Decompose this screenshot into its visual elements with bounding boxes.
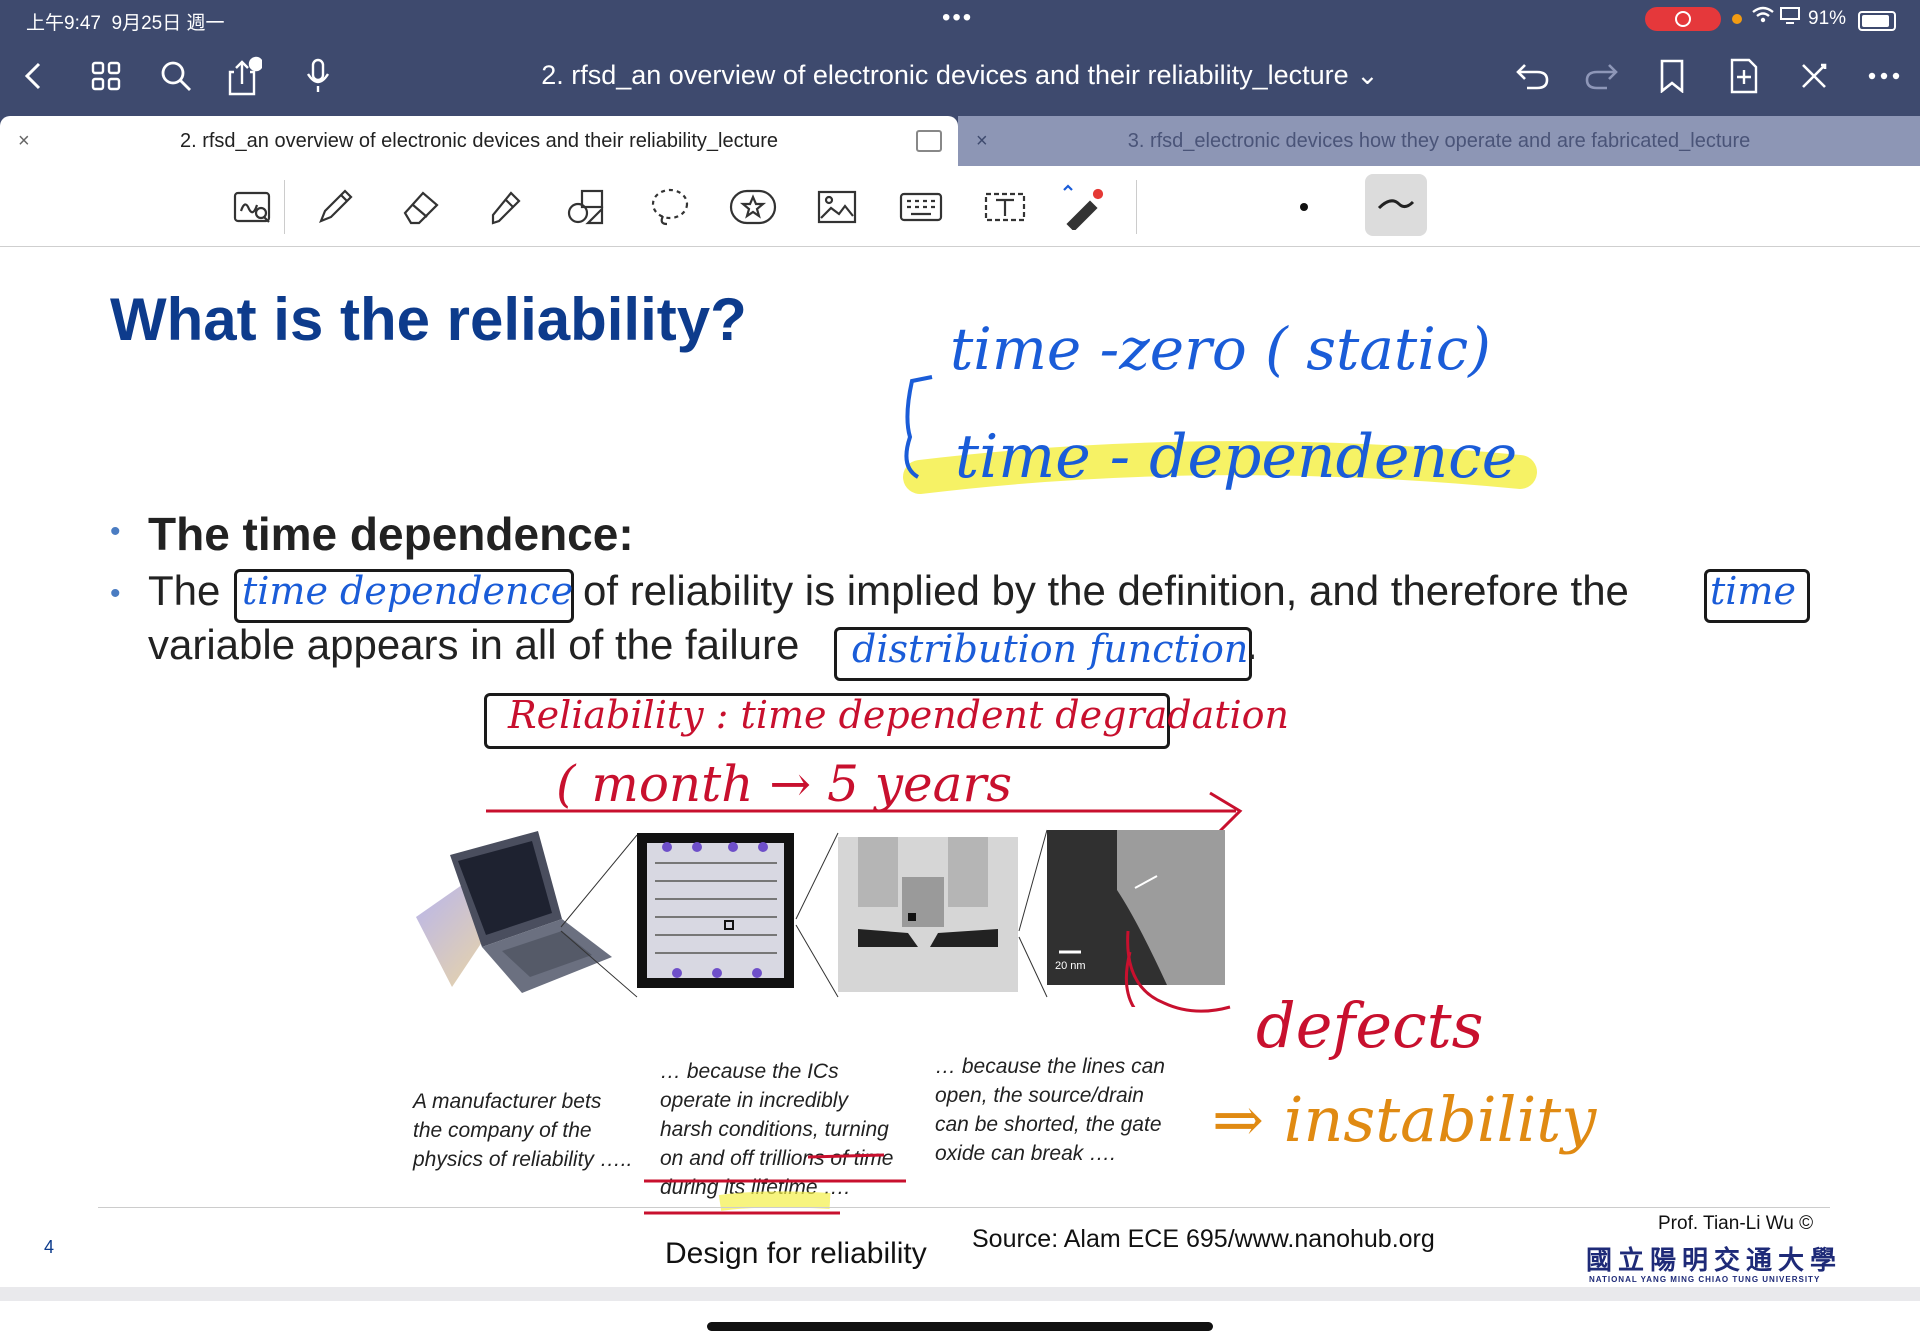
- note-instability: ⇒ instability: [1212, 1083, 1597, 1156]
- laser-icon[interactable]: [1058, 182, 1108, 232]
- caption-lines: … because the lines can open, the source/…: [935, 1055, 1165, 1165]
- note-time-zero: time -zero ( static): [950, 315, 1491, 383]
- note-box-time: time: [1710, 569, 1796, 613]
- bullet2-period: .: [1246, 621, 1258, 668]
- note-reliability: Reliability : time dependent degradation: [508, 693, 1290, 737]
- toolbar-divider: [1136, 180, 1137, 234]
- text-icon[interactable]: [980, 182, 1030, 232]
- note-defects: defects: [1256, 989, 1484, 1062]
- grid-icon[interactable]: [84, 54, 128, 98]
- screen-mirror-icon: [1780, 6, 1800, 29]
- bullet-dot: •: [110, 577, 121, 610]
- mic-icon[interactable]: [296, 54, 340, 98]
- battery-percent: 91%: [1808, 8, 1847, 29]
- caption-underlines: [644, 1153, 906, 1215]
- tab-label: 3. rfsd_electronic devices how they oper…: [1127, 129, 1751, 152]
- sticker-icon[interactable]: [728, 182, 778, 232]
- status-time: 上午9:47 9月25日 週一: [26, 13, 225, 34]
- app-bar: 上午9:47 9月25日 週一 ••• 91% 2. rfsd_an overv…: [0, 0, 1920, 122]
- redo-icon[interactable]: [1580, 54, 1624, 98]
- image-icon[interactable]: [812, 182, 862, 232]
- back-icon[interactable]: [12, 54, 56, 98]
- wifi-icon: [1752, 6, 1774, 30]
- footer-author: Prof. Tian-Li Wu ©: [1658, 1213, 1814, 1234]
- undo-icon[interactable]: [1510, 54, 1554, 98]
- drawing-toolbar: [0, 166, 1920, 247]
- lasso-icon[interactable]: [645, 182, 695, 232]
- red-curve-mark: [1126, 930, 1231, 1013]
- more-icon[interactable]: [1862, 54, 1906, 98]
- arrow-timeline: [486, 791, 1243, 833]
- keyboard-icon[interactable]: [896, 182, 946, 232]
- university-logo-en: NATIONAL YANG MING CHIAO TUNG UNIVERSITY: [1589, 1275, 1821, 1284]
- pencil-icon[interactable]: [310, 182, 360, 232]
- mic-in-use-dot: [1732, 14, 1742, 24]
- search-icon[interactable]: [154, 54, 198, 98]
- shapes-icon[interactable]: [562, 182, 612, 232]
- tab-bar: × 2. rfsd_an overview of electronic devi…: [0, 116, 1920, 166]
- bullet-time-dependence: The time dependence:: [148, 508, 634, 560]
- document-title-menu[interactable]: 2. rfsd_an overview of electronic device…: [400, 60, 1520, 91]
- caption-manufacturer: A manufacturer bets the company of the phy…: [413, 1090, 633, 1171]
- slide-page-number: 4: [44, 1237, 55, 1257]
- bullet2-the: The: [148, 567, 221, 614]
- note-box-distribution: distribution function: [852, 627, 1249, 671]
- stroke-style-button[interactable]: [1365, 174, 1427, 236]
- bullet2-line1-rest: of reliability is implied by the definit…: [583, 567, 1629, 614]
- bullet2-line2: variable appears in all of the failure: [148, 621, 800, 668]
- highlighter-icon[interactable]: [480, 182, 530, 232]
- tab-inactive-document[interactable]: × 3. rfsd_electronic devices how they op…: [958, 116, 1920, 166]
- slide-title: What is the reliability?: [110, 286, 747, 353]
- pen-size-dot[interactable]: [1300, 203, 1308, 211]
- tab-active-document[interactable]: × 2. rfsd_an overview of electronic devi…: [0, 116, 958, 166]
- zoom-draw-icon[interactable]: [228, 182, 278, 232]
- note-time-dependence: time - dependence: [955, 422, 1518, 492]
- split-view-icon[interactable]: [916, 130, 942, 152]
- multitask-dots[interactable]: •••: [942, 4, 973, 32]
- status-date: 9月25日 週一: [111, 13, 225, 34]
- slide-footer-line: [98, 1207, 1830, 1208]
- footer-title: Design for reliability: [665, 1237, 927, 1270]
- battery-icon: [1858, 11, 1896, 31]
- university-logo-cn: 國立陽明交通大學: [1586, 1245, 1843, 1275]
- bookmark-icon[interactable]: [1650, 54, 1694, 98]
- screen-record-indicator[interactable]: [1645, 7, 1721, 31]
- home-indicator[interactable]: [707, 1322, 1213, 1331]
- share-icon[interactable]: [222, 54, 266, 98]
- footer-source: Source: Alam ECE 695/www.nanohub.org: [972, 1225, 1435, 1253]
- page-gap: [0, 1287, 1920, 1301]
- slide-page[interactable]: What is the reliability? time -zero ( st…: [0, 247, 1920, 1287]
- bullet-dot: •: [110, 515, 121, 548]
- tab-label: 2. rfsd_an overview of electronic device…: [179, 129, 779, 152]
- add-page-icon[interactable]: [1722, 54, 1766, 98]
- note-box-time-dependence: time dependence: [242, 569, 574, 613]
- eraser-icon[interactable]: [395, 182, 445, 232]
- toolbar-divider: [284, 180, 285, 234]
- close-cross-icon[interactable]: [1792, 54, 1836, 98]
